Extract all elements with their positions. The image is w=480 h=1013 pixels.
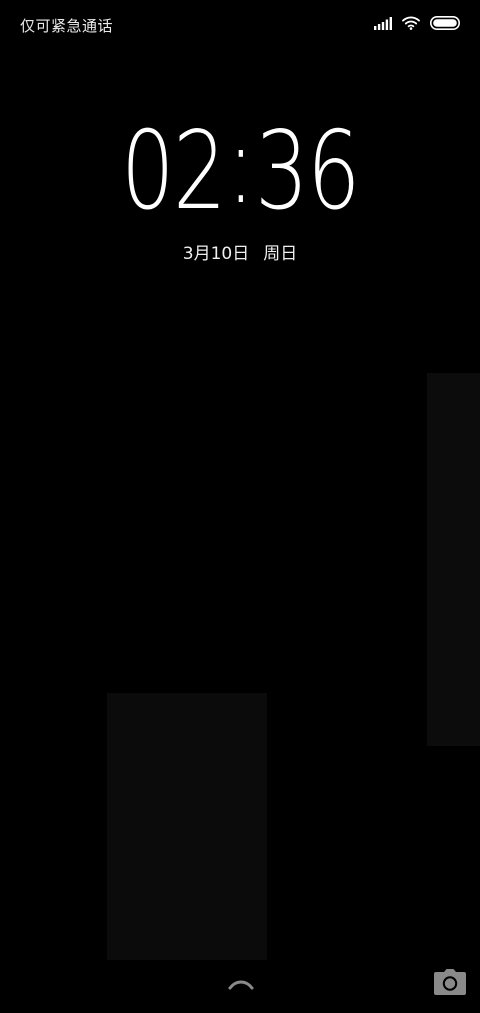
signal-icon	[374, 16, 392, 30]
status-icons	[374, 16, 460, 30]
chevron-up-icon[interactable]	[228, 977, 254, 991]
clock-separator: :	[226, 103, 255, 228]
battery-icon	[430, 16, 460, 30]
carrier-status-text: 仅可紧急通话	[20, 17, 114, 35]
lockscreen-date: 3月10日 周日	[0, 239, 480, 264]
date-weekday: 周日	[263, 244, 298, 264]
side-overlay-panel	[427, 373, 480, 746]
clock-minutes: 36	[254, 109, 361, 234]
lockscreen-clock: 02:36	[53, 112, 427, 226]
camera-icon[interactable]	[433, 968, 467, 996]
status-bar: 仅可紧急通话	[0, 0, 480, 52]
bottom-overlay-panel	[107, 693, 267, 960]
wifi-icon	[402, 16, 420, 30]
clock-hours: 02	[120, 109, 227, 234]
date-day: 3月10日	[182, 244, 250, 264]
